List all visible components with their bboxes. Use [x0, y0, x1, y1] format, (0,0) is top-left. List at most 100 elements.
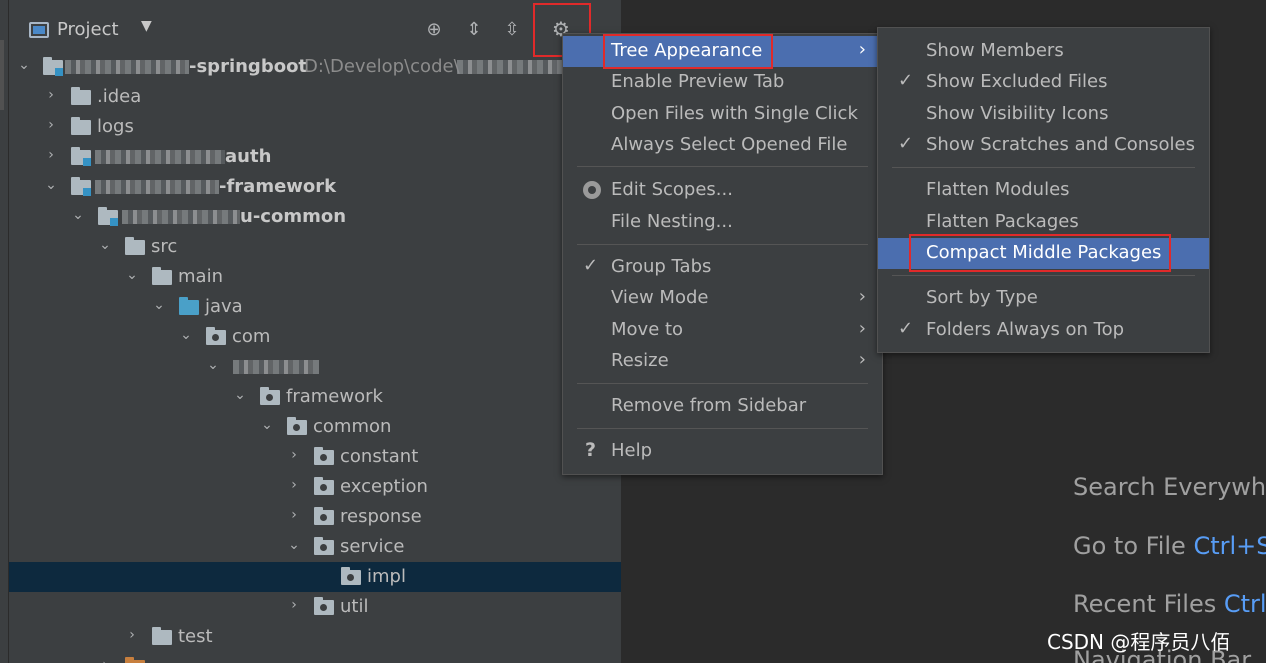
menu-item-file-nesting[interactable]: File Nesting... [563, 207, 882, 238]
tree-row-response[interactable]: › response [9, 502, 621, 532]
redacted-name [65, 60, 189, 74]
tree-label: test [178, 626, 213, 647]
project-panel: Project ▼ ⊕ ⇕ ⇳ ⚙ ⌄ -springboot D:\Devel… [9, 0, 621, 663]
submenu-item-folders-on-top[interactable]: ✓ Folders Always on Top [878, 315, 1209, 346]
tree-label: .idea [97, 86, 142, 107]
menu-item-resize[interactable]: Resize › [563, 346, 882, 377]
menu-separator [577, 244, 868, 245]
menu-item-enable-preview-tab[interactable]: Enable Preview Tab [563, 67, 882, 98]
chevron-down-icon[interactable]: ⌄ [206, 357, 220, 373]
chevron-down-icon[interactable]: ⌄ [260, 417, 274, 433]
chevron-right-icon[interactable]: › [287, 507, 301, 523]
tree-label: response [340, 506, 422, 527]
submenu-arrow-icon: › [858, 318, 866, 339]
menu-item-open-single-click[interactable]: Open Files with Single Click [563, 99, 882, 130]
chevron-down-icon[interactable]: ⌄ [98, 237, 112, 253]
tree-row-com[interactable]: ⌄ com [9, 322, 621, 352]
submenu-item-flatten-modules[interactable]: Flatten Modules [878, 175, 1209, 206]
tree-label: u-common [240, 206, 347, 227]
module-folder-icon [98, 207, 118, 226]
expand-all-icon[interactable]: ⇕ [462, 18, 486, 42]
submenu-item-show-visibility[interactable]: Show Visibility Icons [878, 99, 1209, 130]
chevron-down-icon[interactable]: ⌄ [71, 207, 85, 223]
menu-item-help[interactable]: ? Help [563, 436, 882, 467]
menu-item-label: Move to [611, 319, 684, 340]
tree-row-service[interactable]: ⌄ service [9, 532, 621, 562]
chevron-right-icon[interactable]: › [287, 597, 301, 613]
folder-icon [152, 267, 172, 285]
tree-row-framework-module[interactable]: ⌄ -framework [9, 172, 621, 202]
chevron-right-icon[interactable]: › [44, 87, 58, 103]
tree-row-target[interactable]: › [9, 652, 621, 663]
submenu-arrow-icon: › [858, 349, 866, 370]
submenu-item-show-excluded[interactable]: ✓ Show Excluded Files [878, 67, 1209, 98]
submenu-item-show-members[interactable]: Show Members [878, 36, 1209, 67]
menu-item-label: Flatten Packages [926, 211, 1079, 232]
menu-item-view-mode[interactable]: View Mode › [563, 283, 882, 314]
menu-separator [892, 167, 1195, 168]
tree-row-impl[interactable]: impl [9, 562, 621, 592]
tree-row-common[interactable]: ⌄ common [9, 412, 621, 442]
hint-go-to-file: Go to File Ctrl+S [1073, 532, 1266, 560]
menu-item-label: View Mode [611, 287, 709, 308]
chevron-down-icon[interactable]: ⌄ [287, 537, 301, 553]
tree-row-common-module[interactable]: ⌄ u-common [9, 202, 621, 232]
folder-icon [71, 117, 91, 135]
package-icon [341, 567, 361, 585]
tree-row-auth[interactable]: › auth [9, 142, 621, 172]
folder-icon [71, 87, 91, 105]
menu-item-edit-scopes[interactable]: Edit Scopes... [563, 175, 882, 206]
locate-icon[interactable]: ⊕ [422, 18, 446, 42]
tree-row-framework[interactable]: ⌄ framework [9, 382, 621, 412]
help-icon: ? [585, 439, 597, 461]
tree-row-src[interactable]: ⌄ src [9, 232, 621, 262]
menu-item-always-select[interactable]: Always Select Opened File [563, 130, 882, 161]
module-folder-icon [43, 57, 63, 76]
menu-item-remove-sidebar[interactable]: Remove from Sidebar [563, 391, 882, 422]
tree-label: constant [340, 446, 419, 467]
tree-label: auth [225, 146, 272, 167]
chevron-right-icon[interactable]: › [287, 447, 301, 463]
collapse-all-icon[interactable]: ⇳ [500, 18, 524, 42]
menu-item-label: Always Select Opened File [611, 134, 848, 155]
folder-icon [152, 627, 172, 645]
menu-item-group-tabs[interactable]: ✓ Group Tabs [563, 252, 882, 283]
panel-title[interactable]: Project [57, 19, 119, 40]
compact-middle-highlight-box [909, 234, 1171, 272]
menu-item-move-to[interactable]: Move to › [563, 315, 882, 346]
chevron-right-icon[interactable]: › [44, 117, 58, 133]
tree-row-root[interactable]: ⌄ -springboot D:\Develop\code\ [9, 52, 621, 82]
chevron-right-icon[interactable]: › [287, 477, 301, 493]
tree-label: impl [367, 566, 406, 587]
package-icon [206, 327, 226, 345]
tree-row-java[interactable]: ⌄ java [9, 292, 621, 322]
root-path: D:\Develop\code\ [304, 56, 460, 77]
tree-row-constant[interactable]: › constant [9, 442, 621, 472]
tree-row-exception[interactable]: › exception [9, 472, 621, 502]
tree-row-redacted-package[interactable]: ⌄ [9, 352, 621, 382]
tree-row-idea[interactable]: › .idea [9, 82, 621, 112]
view-selector-dropdown-icon[interactable]: ▼ [141, 18, 152, 34]
tree-row-test[interactable]: › test [9, 622, 621, 652]
chevron-right-icon[interactable]: › [98, 657, 112, 663]
chevron-down-icon[interactable]: ⌄ [233, 387, 247, 403]
hint-shortcut: Ctrl [1223, 590, 1266, 618]
chevron-right-icon[interactable]: › [125, 627, 139, 643]
submenu-item-show-scratches[interactable]: ✓ Show Scratches and Consoles [878, 130, 1209, 161]
chevron-down-icon[interactable]: ⌄ [125, 267, 139, 283]
package-icon [314, 477, 334, 495]
chevron-down-icon[interactable]: ⌄ [17, 57, 31, 73]
submenu-item-sort-by-type[interactable]: Sort by Type [878, 283, 1209, 314]
submenu-arrow-icon: › [858, 286, 866, 307]
chevron-down-icon[interactable]: ⌄ [152, 297, 166, 313]
tree-label: service [340, 536, 405, 557]
tree-row-logs[interactable]: › logs [9, 112, 621, 142]
tree-row-util[interactable]: › util [9, 592, 621, 622]
tree-row-main[interactable]: ⌄ main [9, 262, 621, 292]
redacted-name [233, 360, 319, 374]
chevron-down-icon[interactable]: ⌄ [179, 327, 193, 343]
redacted-name [122, 210, 240, 224]
chevron-down-icon[interactable]: ⌄ [44, 177, 58, 193]
chevron-right-icon[interactable]: › [44, 147, 58, 163]
menu-separator [577, 428, 868, 429]
